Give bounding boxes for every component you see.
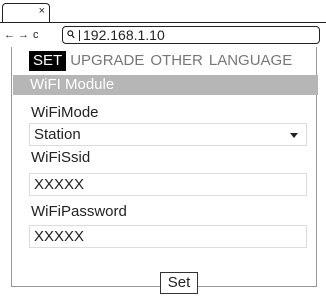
set-button[interactable]: Set [160,272,198,294]
search-icon [67,29,77,41]
wifi-mode-label: WiFiMode [31,104,99,121]
wifi-ssid-label: WiFiSsid [31,149,91,166]
url-text[interactable]: 192.168.1.10 [83,27,165,43]
wifi-mode-value: Station [34,126,81,143]
module-title: WiFI Module [13,75,318,95]
tab-set[interactable]: SET [29,51,67,71]
toolbar-divider [0,22,326,23]
forward-icon[interactable]: → [18,28,29,42]
reload-icon[interactable]: c [33,28,39,42]
close-icon[interactable]: × [39,5,45,17]
back-icon[interactable]: ← [4,28,15,42]
wifi-mode-select[interactable]: Station [29,123,307,146]
wifi-password-input[interactable]: XXXXX [29,225,307,248]
tab-other[interactable]: OTHER [147,51,206,71]
tab-language[interactable]: LANGUAGE [206,51,295,71]
address-bar[interactable]: 192.168.1.10 [62,26,320,44]
text-cursor [79,29,80,41]
tab-upgrade[interactable]: UPGRADE [67,51,147,71]
settings-nav: SET UPGRADE OTHER LANGUAGE [29,51,295,71]
wifi-password-label: WiFiPassword [31,203,127,220]
browser-tab[interactable]: × [2,3,50,23]
wifi-ssid-input[interactable]: XXXXX [29,173,307,196]
chevron-down-icon [290,133,298,138]
